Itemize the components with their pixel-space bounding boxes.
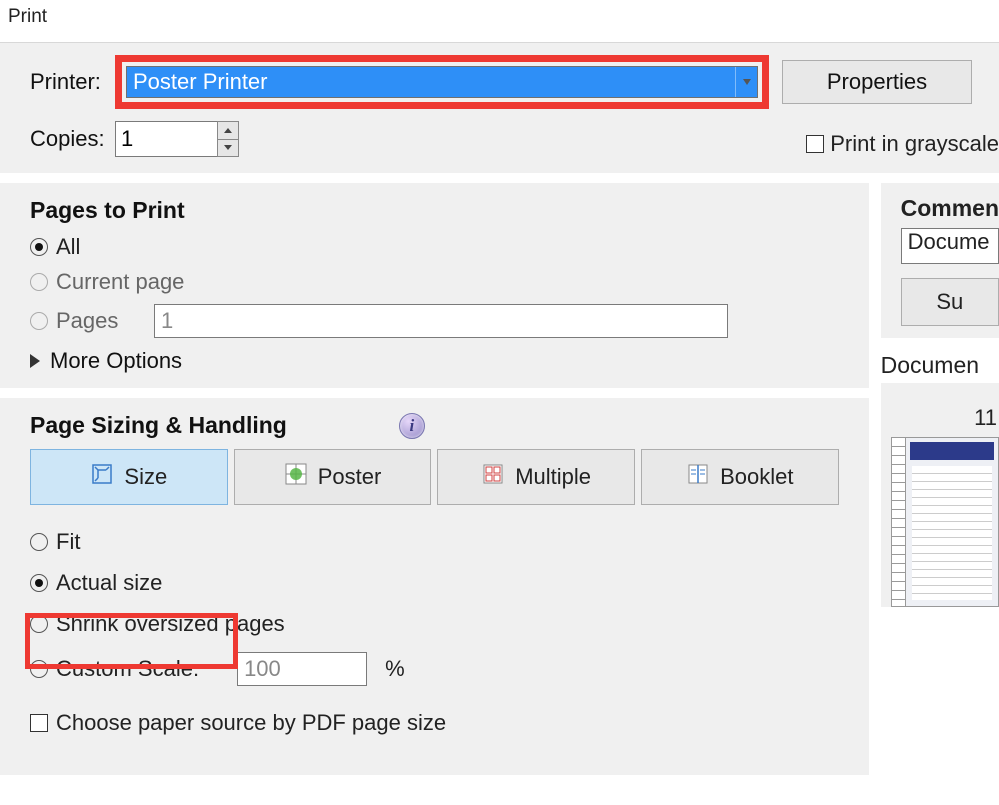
radio-current[interactable]	[30, 273, 48, 291]
tab-multiple[interactable]: Multiple	[437, 449, 635, 505]
preview-thumbnail	[891, 437, 999, 607]
preview-ruler	[892, 438, 906, 606]
copies-label: Copies:	[0, 126, 115, 152]
right-column: Commen Docume Su Documen 11	[881, 183, 999, 775]
radio-all[interactable]	[30, 238, 48, 256]
size-mode-options: Fit Actual size Shrink oversized pages C…	[30, 529, 839, 736]
size-fit-label: Fit	[56, 529, 80, 555]
copies-input[interactable]	[115, 121, 217, 157]
tab-multiple-label: Multiple	[515, 464, 591, 490]
page-sizing-title: Page Sizing & Handling	[30, 412, 287, 439]
page-sizing-panel: Page Sizing & Handling i Size Pos	[0, 398, 869, 775]
more-options-toggle[interactable]: More Options	[30, 348, 839, 374]
summarize-button[interactable]: Su	[901, 278, 999, 326]
poster-icon	[284, 462, 308, 492]
printer-select-highlight: Poster Printer	[115, 55, 769, 109]
radio-actual[interactable]	[30, 574, 48, 592]
radio-fit[interactable]	[30, 533, 48, 551]
pages-all-option[interactable]: All	[30, 234, 839, 260]
booklet-icon	[686, 462, 710, 492]
tab-poster[interactable]: Poster	[234, 449, 432, 505]
printer-select[interactable]: Poster Printer	[126, 66, 758, 98]
size-custom-option[interactable]: Custom Scale: %	[30, 652, 839, 686]
tab-size[interactable]: Size	[30, 449, 228, 505]
pages-range-input[interactable]	[154, 304, 728, 338]
comments-dropdown[interactable]: Docume	[901, 228, 999, 264]
copies-down-button[interactable]	[218, 140, 238, 157]
dialog-title: Print	[0, 0, 999, 42]
preview-dimension: 11	[891, 405, 999, 431]
size-actual-option[interactable]: Actual size	[30, 570, 839, 596]
radio-shrink[interactable]	[30, 615, 48, 633]
comments-panel: Commen Docume Su	[881, 183, 999, 338]
size-custom-label: Custom Scale:	[56, 656, 199, 682]
tab-poster-label: Poster	[318, 464, 382, 490]
pages-range-label: Pages	[56, 308, 146, 334]
radio-custom[interactable]	[30, 660, 48, 678]
tab-booklet-label: Booklet	[720, 464, 793, 490]
custom-scale-percent: %	[385, 656, 405, 682]
choose-paper-source-option[interactable]: Choose paper source by PDF page size	[30, 710, 839, 736]
pages-current-option[interactable]: Current page	[30, 269, 839, 295]
pages-current-label: Current page	[56, 269, 184, 295]
copies-spinner[interactable]	[115, 121, 239, 157]
size-shrink-option[interactable]: Shrink oversized pages	[30, 611, 839, 637]
pages-all-label: All	[56, 234, 80, 260]
printer-section: Printer: Poster Printer Properties Copie…	[0, 42, 999, 173]
triangle-right-icon	[30, 354, 40, 368]
choose-paper-source-label: Choose paper source by PDF page size	[56, 710, 446, 736]
printer-selected-value: Poster Printer	[133, 69, 268, 95]
multiple-icon	[481, 462, 505, 492]
properties-button[interactable]: Properties	[782, 60, 972, 104]
more-options-label: More Options	[50, 348, 182, 374]
size-fit-option[interactable]: Fit	[30, 529, 839, 555]
sizing-tabs: Size Poster Multiple	[30, 449, 839, 505]
tab-size-label: Size	[124, 464, 167, 490]
preview-content	[906, 438, 998, 606]
print-dialog-body: Printer: Poster Printer Properties Copie…	[0, 42, 999, 775]
grayscale-label: Print in grayscale	[830, 131, 999, 157]
tab-booklet[interactable]: Booklet	[641, 449, 839, 505]
custom-scale-input[interactable]	[237, 652, 367, 686]
size-actual-label: Actual size	[56, 570, 162, 596]
pages-to-print-panel: Pages to Print All Current page Pages Mo…	[0, 183, 869, 388]
size-icon	[90, 462, 114, 492]
pages-range-option[interactable]: Pages	[30, 304, 839, 338]
pages-to-print-title: Pages to Print	[30, 197, 839, 224]
document-preview-label: Documen	[881, 338, 999, 383]
copies-up-button[interactable]	[218, 122, 238, 140]
chevron-down-icon[interactable]	[735, 67, 757, 97]
size-shrink-label: Shrink oversized pages	[56, 611, 285, 637]
radio-pages[interactable]	[30, 312, 48, 330]
grayscale-option[interactable]: Print in grayscale	[806, 131, 999, 157]
printer-label: Printer:	[0, 69, 115, 95]
grayscale-checkbox[interactable]	[806, 135, 824, 153]
choose-paper-source-checkbox[interactable]	[30, 714, 48, 732]
info-icon[interactable]: i	[399, 413, 425, 439]
comments-title: Commen	[901, 195, 999, 222]
